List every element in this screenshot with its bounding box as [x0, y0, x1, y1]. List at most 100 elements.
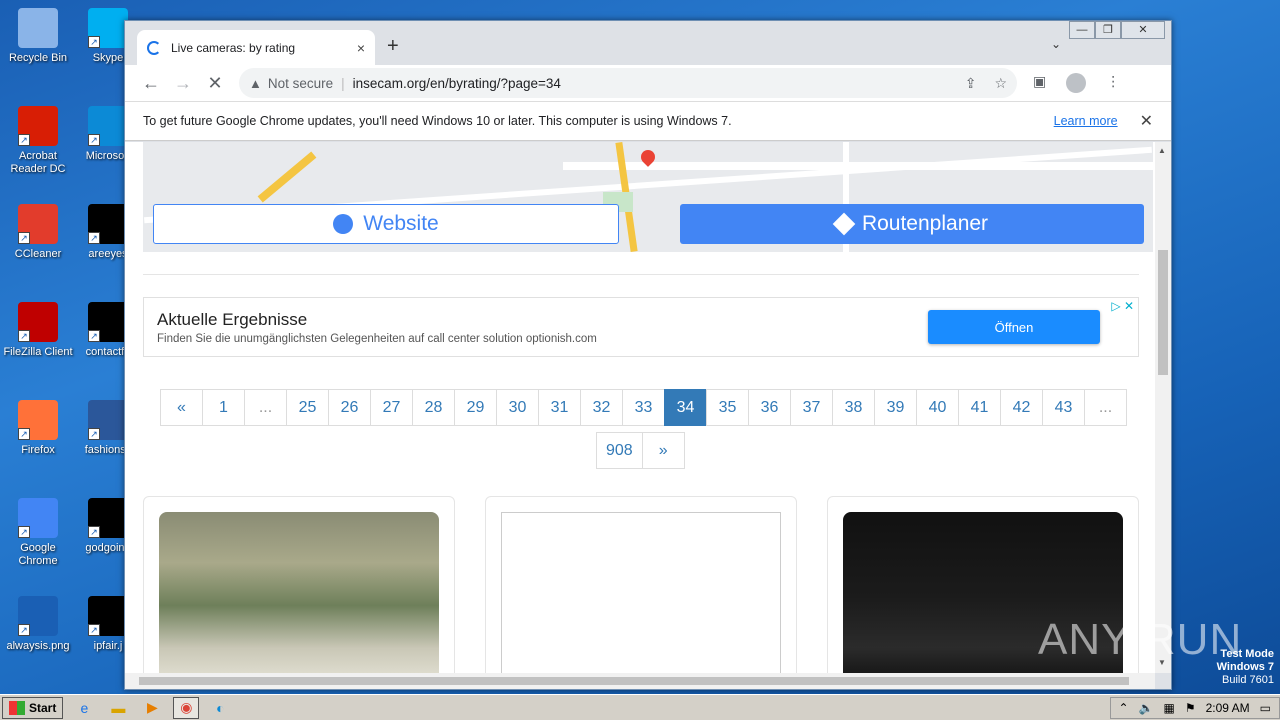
file-icon[interactable]: ↗ [88, 204, 128, 244]
page-link[interactable]: 36 [748, 389, 791, 426]
edge-icon[interactable]: ↗ [88, 106, 128, 146]
profile-avatar[interactable] [1066, 73, 1087, 93]
page-link[interactable]: 37 [790, 389, 833, 426]
os-label: Windows 7 [1216, 661, 1274, 673]
desktop-icon[interactable]: ↗ Google Chrome [0, 498, 76, 568]
page-link[interactable]: 33 [622, 389, 665, 426]
page-link[interactable]: 35 [706, 389, 749, 426]
back-button[interactable]: ← [135, 73, 167, 94]
bookmark-star-icon[interactable]: ☆ [994, 75, 1007, 92]
new-tab-button[interactable]: + [387, 35, 399, 58]
firefox-icon[interactable]: ↗ [18, 400, 58, 440]
hscroll-thumb[interactable] [139, 677, 1129, 685]
side-panel-icon[interactable]: ▣ [1033, 73, 1046, 93]
page-link[interactable]: 32 [580, 389, 623, 426]
page-link[interactable]: 38 [832, 389, 875, 426]
page-link[interactable]: 908 [596, 432, 643, 469]
page-link[interactable]: 30 [496, 389, 539, 426]
media-player-taskbar-icon[interactable]: ▶ [139, 697, 165, 719]
acrobat-icon[interactable]: ↗ [18, 106, 58, 146]
map-embed[interactable]: Website Routenplaner [143, 142, 1153, 252]
tab-search-chevron-icon[interactable]: ⌄ [1051, 37, 1061, 51]
skype-icon[interactable]: ↗ [88, 8, 128, 48]
website-button[interactable]: Website [153, 204, 619, 244]
start-button[interactable]: Start [2, 696, 64, 719]
recycle-bin-icon[interactable] [18, 8, 58, 48]
page-link[interactable]: 29 [454, 389, 497, 426]
ad-title[interactable]: Aktuelle Ergebnisse [157, 310, 307, 330]
desktop-icon-label[interactable]: Firefox [0, 444, 76, 457]
address-bar[interactable]: ▲ Not secure | insecam.org/en/byrating/?… [239, 68, 1017, 98]
share-icon[interactable]: ⇪ [965, 75, 977, 92]
page-link[interactable]: 34 [664, 389, 707, 426]
stop-loading-button[interactable]: ✕ [199, 73, 231, 94]
desktop-icon-label[interactable]: alwaysis.png [0, 640, 76, 653]
desktop-icon[interactable]: ↗ alwaysis.png [0, 596, 76, 653]
forward-button[interactable]: → [167, 73, 199, 94]
page-link[interactable]: 1 [202, 389, 245, 426]
page-link[interactable]: 25 [286, 389, 329, 426]
security-label[interactable]: Not secure [268, 76, 333, 91]
network-icon[interactable]: ▦ [1164, 701, 1175, 715]
file-icon[interactable]: ↗ [88, 596, 128, 636]
page-link[interactable]: 28 [412, 389, 455, 426]
desktop-icon[interactable]: ↗ FileZilla Client [0, 302, 76, 359]
chrome-icon[interactable]: ↗ [18, 498, 58, 538]
page-link[interactable]: 40 [916, 389, 959, 426]
menu-kebab-icon[interactable]: ⋮ [1106, 73, 1120, 93]
volume-icon[interactable]: 🔈 [1139, 701, 1154, 715]
desktop-icon-label[interactable]: CCleaner [0, 248, 76, 261]
infobar-close-icon[interactable]: ✕ [1140, 111, 1153, 131]
page-link[interactable]: » [641, 432, 685, 469]
adchoices-icon[interactable]: ▷ ✕ [1111, 299, 1134, 313]
file-icon[interactable]: ↗ [88, 302, 128, 342]
explorer-taskbar-icon[interactable]: ▬ [105, 697, 131, 719]
image-file-icon[interactable]: ↗ [18, 596, 58, 636]
action-center-flag-icon[interactable]: ⚑ [1185, 701, 1196, 715]
filezilla-icon[interactable]: ↗ [18, 302, 58, 342]
url-text[interactable]: insecam.org/en/byrating/?page=34 [353, 76, 561, 91]
camera-thumbnail-2[interactable] [501, 512, 781, 673]
page-link[interactable]: 41 [958, 389, 1001, 426]
page-link[interactable]: « [160, 389, 203, 426]
desktop-icon-label[interactable]: Google Chrome [0, 542, 76, 568]
desktop-icon-label[interactable]: FileZilla Client [0, 346, 76, 359]
page-link[interactable]: 26 [328, 389, 371, 426]
tray-expand-icon[interactable]: ⌃ [1119, 701, 1129, 715]
ccleaner-icon[interactable]: ↗ [18, 204, 58, 244]
desktop-icon-label[interactable]: Recycle Bin [0, 52, 76, 65]
warning-icon[interactable]: ▲ [249, 76, 262, 91]
clock[interactable]: 2:09 AM [1206, 701, 1250, 715]
scroll-up-icon[interactable]: ▲ [1158, 146, 1166, 155]
desktop-icon[interactable]: ↗ Acrobat Reader DC [0, 106, 76, 176]
desktop-icon-label[interactable]: Acrobat Reader DC [0, 150, 76, 176]
word-doc-icon[interactable]: ↗ [88, 400, 128, 440]
page-link[interactable]: 43 [1042, 389, 1085, 426]
tab-live-cameras[interactable]: Live cameras: by rating × [137, 30, 375, 65]
page-link[interactable]: 42 [1000, 389, 1043, 426]
horizontal-scrollbar[interactable] [125, 673, 1155, 689]
tab-close-icon[interactable]: × [357, 40, 365, 56]
chrome-window: — ❐ ✕ Live cameras: by rating × + ⌄ ← → … [124, 20, 1172, 690]
desktop-icon[interactable]: ↗ Firefox [0, 400, 76, 457]
camera-thumbnail-1[interactable] [159, 512, 439, 673]
route-planner-button[interactable]: Routenplaner [680, 204, 1144, 244]
scroll-thumb[interactable] [1158, 250, 1168, 375]
page-link[interactable]: 27 [370, 389, 413, 426]
ie-taskbar-icon[interactable]: e [71, 697, 97, 719]
directions-icon [832, 212, 856, 236]
edge-taskbar-icon[interactable]: ◐ [207, 697, 233, 719]
file-icon[interactable]: ↗ [88, 498, 128, 538]
page-link[interactable]: 31 [538, 389, 581, 426]
vertical-scrollbar[interactable]: ▲ ▼ [1155, 142, 1171, 673]
learn-more-link[interactable]: Learn more [1054, 114, 1118, 128]
ad-open-button[interactable]: Öffnen [928, 310, 1100, 344]
camera-card[interactable] [143, 496, 455, 673]
show-desktop-icon[interactable]: ▭ [1260, 701, 1271, 715]
desktop-icon[interactable]: Recycle Bin [0, 8, 76, 65]
chrome-taskbar-icon[interactable]: ◉ [173, 696, 200, 719]
page-link[interactable]: 39 [874, 389, 917, 426]
camera-card[interactable] [485, 496, 797, 673]
ad-banner[interactable]: ▷ ✕ Aktuelle Ergebnisse Finden Sie die u… [143, 297, 1139, 357]
desktop-icon[interactable]: ↗ CCleaner [0, 204, 76, 261]
